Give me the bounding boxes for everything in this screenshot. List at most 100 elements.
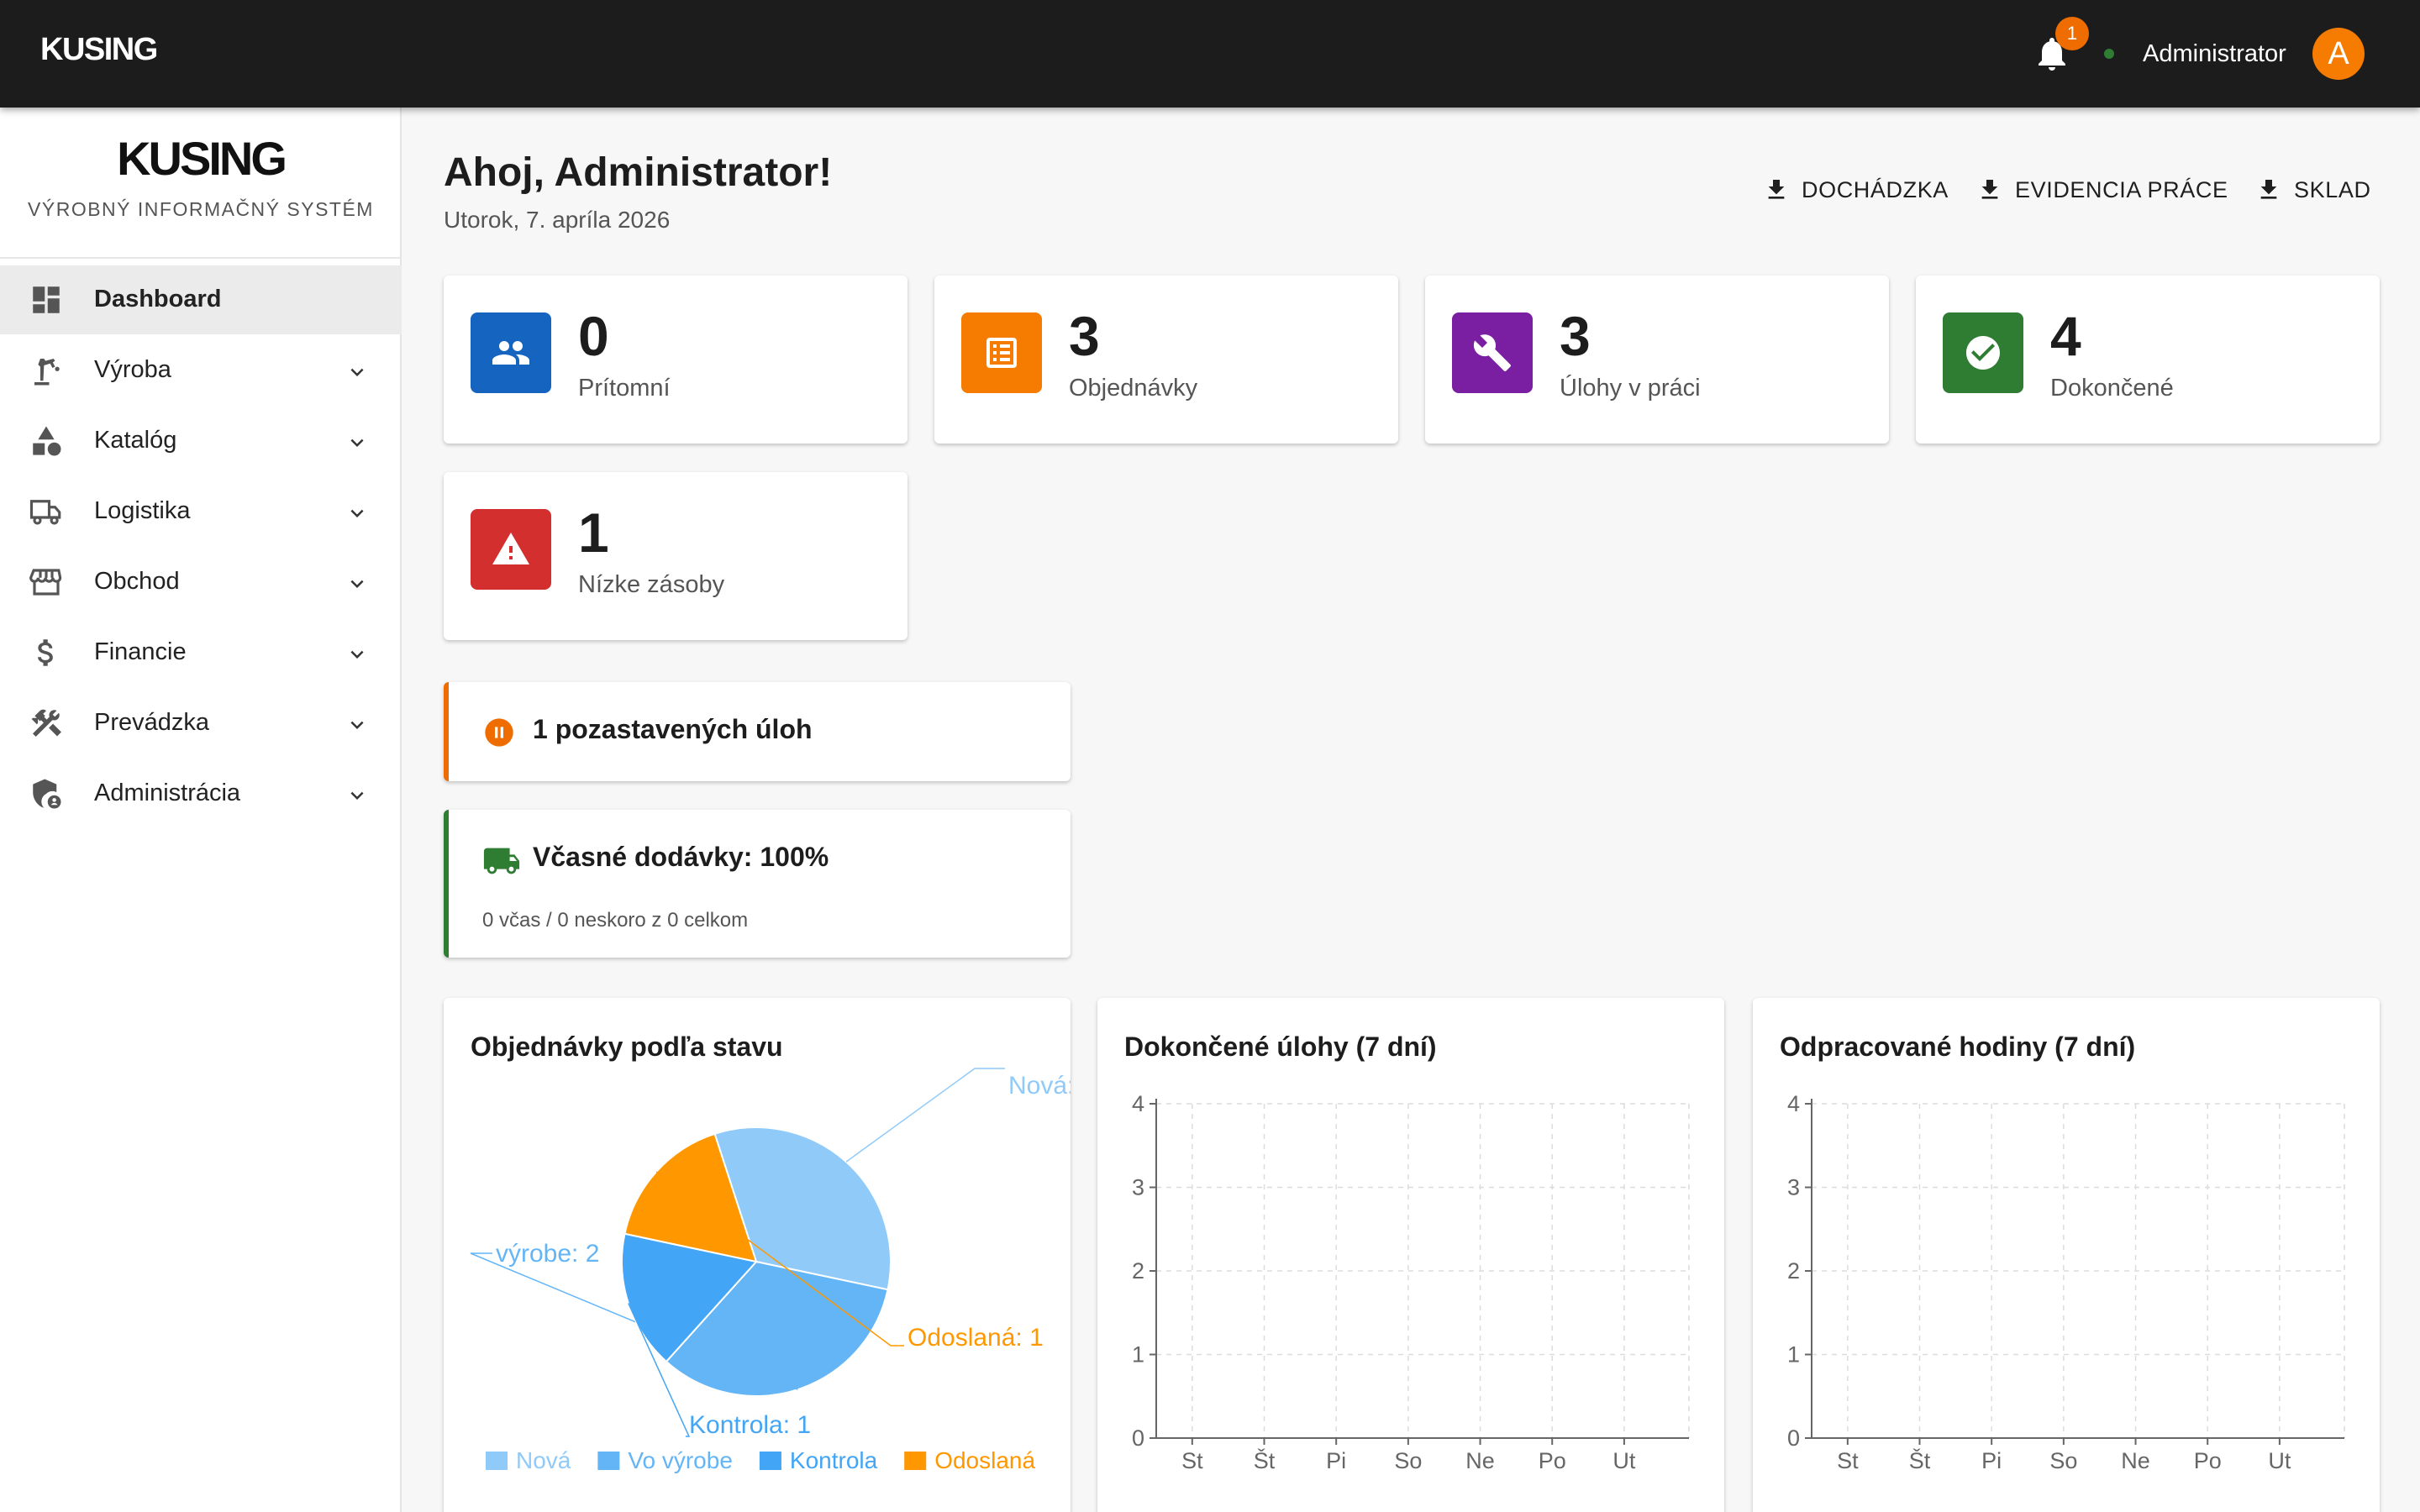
stat-icon-box bbox=[471, 509, 551, 590]
stat-value: 3 bbox=[1560, 305, 1591, 367]
sidebar-item-label: Financie bbox=[94, 638, 187, 665]
sidebar-logo: KUSING bbox=[117, 132, 287, 185]
sidebar-divider bbox=[0, 257, 402, 259]
x-tick-label: So bbox=[1394, 1448, 1422, 1473]
sidebar-item-obchod[interactable]: Obchod bbox=[0, 548, 402, 617]
download-icon bbox=[1768, 180, 1785, 199]
y-tick-label: 2 bbox=[1787, 1258, 1800, 1284]
stat-card-orders[interactable]: 3 Objednávky bbox=[934, 276, 1398, 444]
download-attendance-button[interactable]: DOCHÁDZKA bbox=[1763, 173, 1949, 207]
y-tick-label: 4 bbox=[1787, 1091, 1800, 1116]
x-tick-label: Ne bbox=[1465, 1448, 1495, 1473]
x-tick-label: So bbox=[2049, 1448, 2077, 1473]
paused-tasks-alert[interactable]: 1 pozastavených úloh bbox=[444, 682, 1071, 781]
sidebar-item-label: Administrácia bbox=[94, 780, 241, 806]
sidebar-item-dashboard[interactable]: Dashboard bbox=[0, 265, 402, 334]
download-icon bbox=[1981, 180, 1998, 199]
worked-hours-line-chart: 0 1 2 3 4 St Št Pi So Ne Po Ut bbox=[1787, 1091, 2345, 1473]
download-attendance-label: DOCHÁDZKA bbox=[1802, 176, 1949, 202]
legend-label[interactable]: Nová bbox=[516, 1447, 571, 1473]
sidebar-item-label: Dashboard bbox=[94, 286, 222, 312]
x-tick-label: Ut bbox=[2268, 1448, 2291, 1473]
worked-hours-card: Odpracované hodiny (7 dní) 0 1 2 3 4 St Št Pi So… bbox=[1753, 998, 2380, 1512]
stat-card-completed[interactable]: 4 Dokončené bbox=[1916, 276, 2380, 444]
x-tick-label: Pi bbox=[1326, 1448, 1346, 1473]
completed-tasks-card: Dokončené úlohy (7 dní) 0 1 2 3 4 St Št Pi So Ne P… bbox=[1097, 998, 1724, 1512]
x-tick-label: Po bbox=[2194, 1448, 2222, 1473]
stat-card-present[interactable]: 0 Prítomní bbox=[444, 276, 908, 444]
sidebar-item-label: Obchod bbox=[94, 568, 180, 595]
robot-arm-icon bbox=[34, 359, 60, 386]
x-tick-label: Pi bbox=[1981, 1448, 2002, 1473]
stat-label: Prítomní bbox=[578, 375, 671, 402]
stat-value: 3 bbox=[1069, 305, 1100, 367]
pie-leader-line-1 bbox=[845, 1068, 1005, 1163]
y-tick-label: 3 bbox=[1132, 1175, 1144, 1200]
truck-icon bbox=[483, 848, 520, 874]
y-tick-label: 2 bbox=[1132, 1258, 1144, 1284]
y-tick-label: 1 bbox=[1132, 1342, 1144, 1368]
app-logo[interactable]: KUSING bbox=[40, 32, 158, 68]
pie-data-label: Odoslaná: 1 bbox=[908, 1324, 1044, 1352]
user-avatar[interactable]: A bbox=[2312, 28, 2365, 80]
legend-swatch[interactable] bbox=[486, 1452, 508, 1470]
paused-tasks-text: 1 pozastavených úloh bbox=[533, 714, 813, 744]
sidebar-item-logistika[interactable]: Logistika bbox=[0, 477, 402, 546]
pause-circle-icon bbox=[485, 718, 513, 747]
dashboard-icon bbox=[33, 286, 60, 313]
stat-label: Úlohy v práci bbox=[1560, 375, 1701, 402]
y-tick-label: 3 bbox=[1787, 1175, 1800, 1200]
stat-card-tasks-in-progress[interactable]: 3 Úlohy v práci bbox=[1425, 276, 1889, 444]
chevron-down-icon bbox=[350, 580, 364, 588]
pie-data-label: Nová: 2 bbox=[1008, 1072, 1071, 1100]
warning-icon bbox=[492, 533, 529, 564]
sidebar-item-label: Katalóg bbox=[94, 427, 177, 454]
pie-data-label: Kontrola: 1 bbox=[689, 1411, 811, 1439]
page-title: Ahoj, Administrator! bbox=[444, 150, 833, 195]
chevron-down-icon bbox=[350, 438, 364, 447]
download-work-records-button[interactable]: EVIDENCIA PRÁCE bbox=[1976, 173, 2228, 207]
sidebar-item-label: Prevádzka bbox=[94, 709, 210, 736]
legend-label[interactable]: Odoslaná bbox=[934, 1447, 1035, 1473]
legend-swatch[interactable] bbox=[759, 1452, 781, 1470]
on-time-delivery-alert[interactable]: Včasné dodávky: 100% 0 včas / 0 neskoro … bbox=[444, 810, 1071, 958]
sidebar-subtitle: VÝROBNÝ INFORMAČNÝ SYSTÉM bbox=[28, 198, 374, 220]
chevron-down-icon bbox=[350, 368, 364, 376]
completed-tasks-line-chart: 0 1 2 3 4 St Št Pi So Ne Po Ut bbox=[1132, 1091, 1690, 1473]
sidebar-item-katalog[interactable]: Katalóg bbox=[0, 407, 402, 475]
stat-value: 1 bbox=[578, 501, 609, 564]
download-icon bbox=[2260, 180, 2277, 199]
notification-count-badge: 1 bbox=[2055, 17, 2089, 50]
legend-label[interactable]: Kontrola bbox=[790, 1447, 878, 1473]
sidebar-item-financie[interactable]: Financie bbox=[0, 618, 402, 687]
y-tick-label: 0 bbox=[1132, 1425, 1144, 1451]
legend-swatch[interactable] bbox=[904, 1452, 927, 1470]
sidebar: KUSING VÝROBNÝ INFORMAČNÝ SYSTÉM Dashboa… bbox=[0, 108, 402, 1512]
on-time-delivery-text: Včasné dodávky: 100% bbox=[533, 842, 829, 872]
stat-card-low-stock[interactable]: 1 Nízke zásoby bbox=[444, 472, 908, 640]
sidebar-item-administracia[interactable]: Administrácia bbox=[0, 759, 402, 828]
y-tick-label: 4 bbox=[1132, 1091, 1144, 1116]
x-tick-label: Ne bbox=[2121, 1448, 2150, 1473]
stat-label: Dokončené bbox=[2050, 375, 2174, 402]
truck-icon bbox=[29, 500, 61, 525]
download-warehouse-label: SKLAD bbox=[2294, 176, 2371, 202]
admin-shield-icon bbox=[33, 779, 61, 809]
sidebar-item-vyroba[interactable]: Výroba bbox=[0, 336, 402, 405]
x-tick-label: St bbox=[1837, 1448, 1859, 1473]
download-warehouse-button[interactable]: SKLAD bbox=[2255, 173, 2371, 207]
current-date: Utorok, 7. apríla 2026 bbox=[444, 207, 671, 233]
tools-icon bbox=[31, 709, 61, 738]
x-tick-label: Št bbox=[1254, 1447, 1276, 1473]
sidebar-item-prevadzka[interactable]: Prevádzka bbox=[0, 689, 402, 758]
stat-label: Objednávky bbox=[1069, 375, 1198, 402]
stat-icon-box bbox=[1452, 312, 1533, 393]
wrench-icon bbox=[1473, 334, 1511, 371]
legend-label[interactable]: Vo výrobe bbox=[628, 1447, 733, 1473]
category-shapes-icon bbox=[33, 426, 61, 456]
sidebar-item-label: Výroba bbox=[94, 356, 171, 383]
x-tick-label: Št bbox=[1909, 1447, 1931, 1473]
legend-swatch[interactable] bbox=[597, 1452, 620, 1470]
current-username[interactable]: Administrator bbox=[2143, 40, 2286, 68]
orders-by-status-card: Objednávky podľa stavu Nová: 2výrobe: 2K… bbox=[444, 998, 1071, 1512]
